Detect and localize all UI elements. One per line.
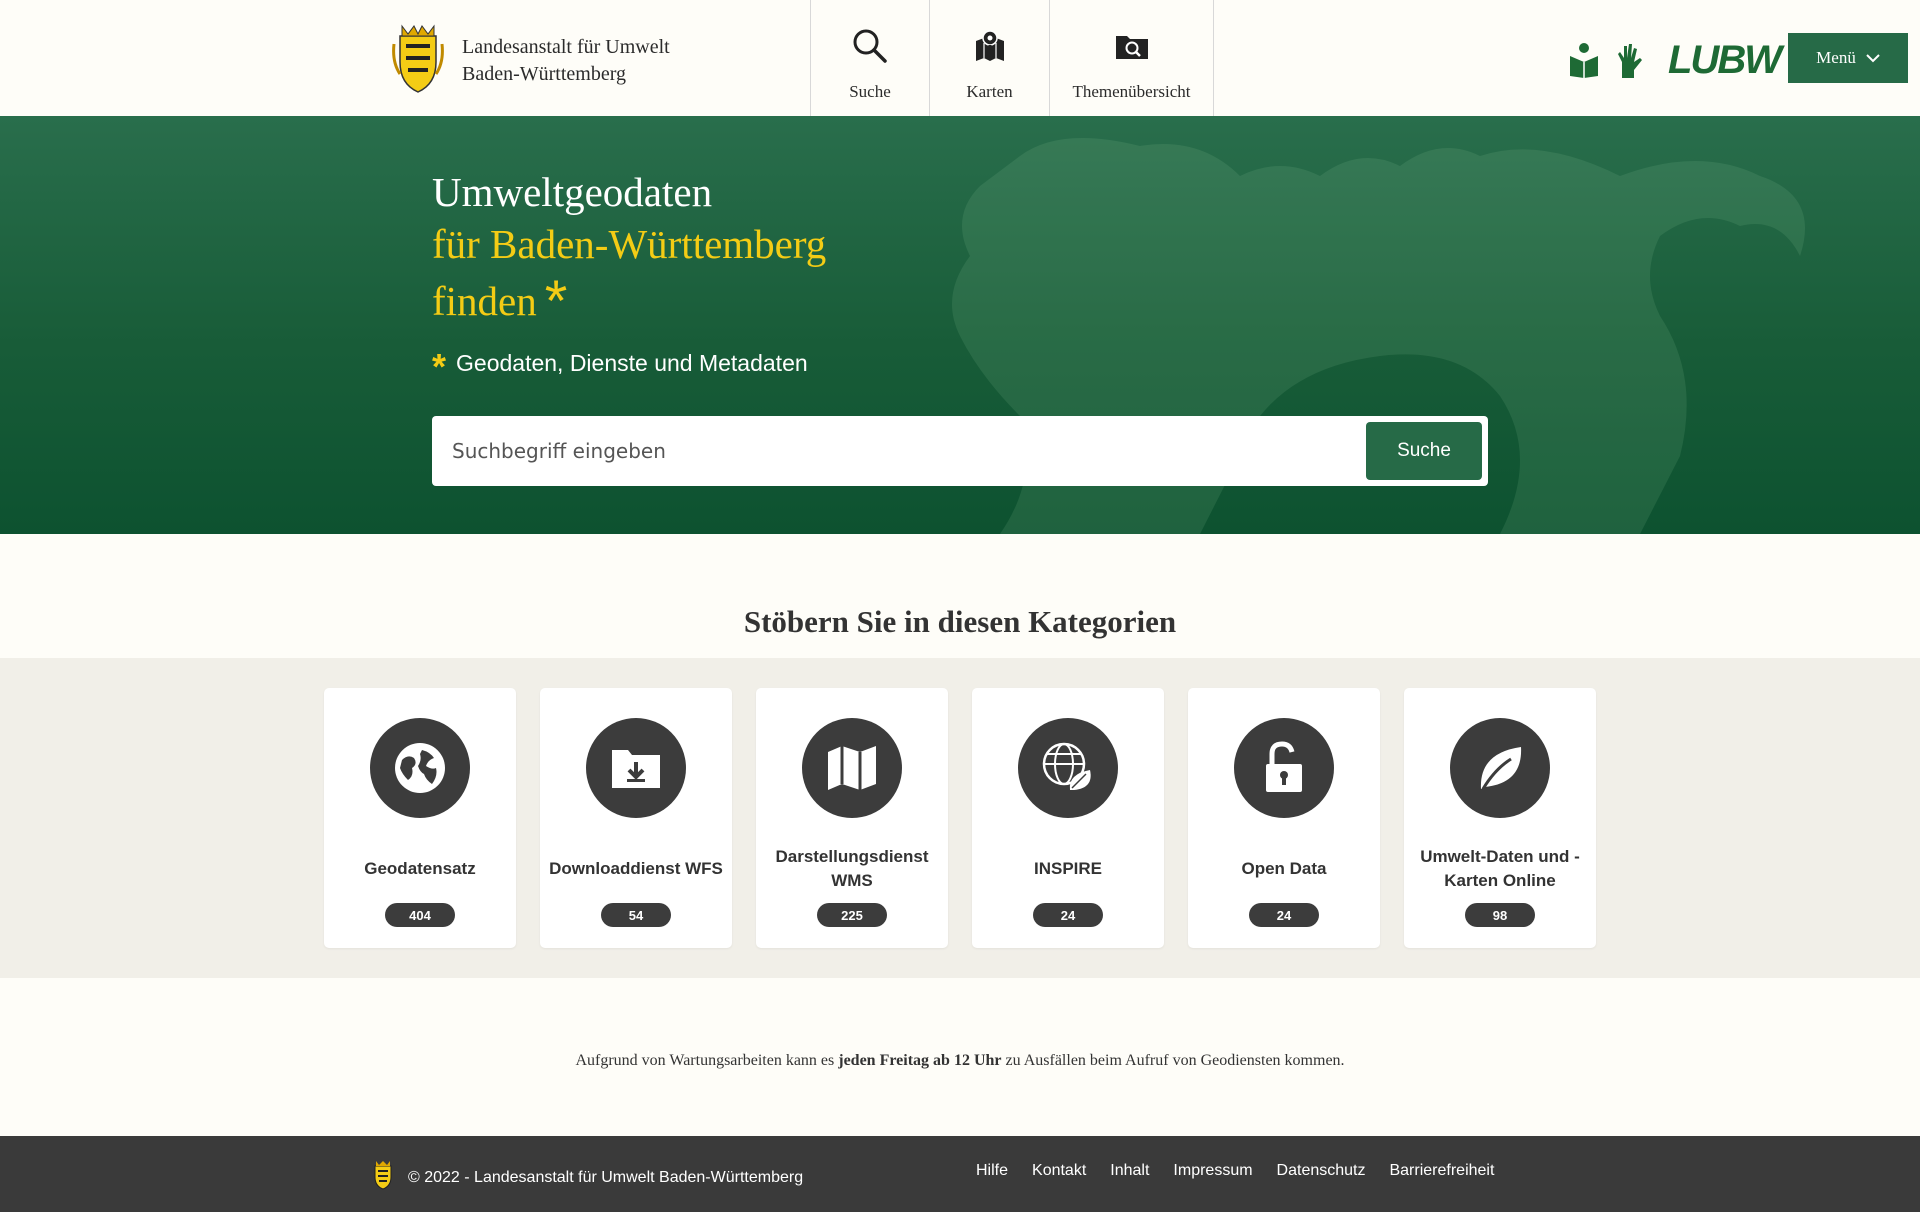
site-logo[interactable]: Landesanstalt für Umwelt Baden-Württembe…: [392, 22, 670, 99]
footer-link-inhalt[interactable]: Inhalt: [1110, 1162, 1149, 1180]
easy-language-icon[interactable]: [1568, 42, 1600, 83]
folder-search-icon: [1115, 28, 1149, 64]
site-footer: © 2022 - Landesanstalt für Umwelt Baden-…: [0, 1136, 1920, 1212]
hero-title-line1: Umweltgeodaten: [432, 169, 713, 215]
sign-language-icon[interactable]: [1614, 40, 1646, 85]
footer-link-datenschutz[interactable]: Datenschutz: [1277, 1162, 1366, 1180]
folder-download-icon: [586, 718, 686, 818]
footer-links: Hilfe Kontakt Inhalt Impressum Datenschu…: [976, 1162, 1518, 1180]
search-box: Suche: [432, 416, 1488, 486]
nav-themenuebersicht[interactable]: Themenübersicht: [1049, 0, 1214, 116]
copyright-text: © 2022 - Landesanstalt für Umwelt Baden-…: [408, 1168, 804, 1186]
hero-title-line3: finden: [432, 278, 537, 324]
search-input[interactable]: [452, 426, 1272, 476]
category-label: Downloaddienst WFS: [549, 859, 723, 878]
nav-karten[interactable]: Karten: [929, 0, 1049, 116]
footer-link-hilfe[interactable]: Hilfe: [976, 1162, 1008, 1180]
count-badge: 404: [385, 903, 455, 927]
org-name-line2: Baden-Württemberg: [462, 62, 627, 85]
hero-title: Umweltgeodaten für Baden-Württemberg fin…: [432, 166, 827, 331]
count-badge: 24: [1249, 903, 1319, 927]
footer-link-barrierefreiheit[interactable]: Barrierefreiheit: [1389, 1162, 1494, 1180]
coat-of-arms-icon: [372, 1160, 394, 1195]
org-name: Landesanstalt für Umwelt Baden-Württembe…: [462, 34, 670, 88]
lubw-logo[interactable]: LUBW: [1668, 38, 1782, 83]
categories-heading: Stöbern Sie in diesen Kategorien: [743, 604, 1177, 639]
category-label: INSPIRE: [1033, 859, 1103, 878]
category-label: Open Data: [1241, 859, 1327, 878]
coat-of-arms-icon: [392, 22, 444, 99]
category-card-darstellungsdienst-wms[interactable]: Darstellungsdienst WMS 225: [756, 688, 948, 948]
hero-subtitle-text: Geodaten, Dienste und Metadaten: [456, 349, 808, 376]
menu-button[interactable]: Menü: [1788, 33, 1908, 83]
globe-icon: [370, 718, 470, 818]
search-icon: [852, 28, 888, 64]
site-header: Landesanstalt für Umwelt Baden-Württembe…: [0, 0, 1920, 116]
notice-text-before: Aufgrund von Wartungsarbeiten kann es: [575, 1052, 839, 1069]
maintenance-notice: Aufgrund von Wartungsarbeiten kann es je…: [0, 1052, 1920, 1070]
count-badge: 98: [1465, 903, 1535, 927]
category-card-geodatensatz[interactable]: Geodatensatz 404: [324, 688, 516, 948]
nav-karten-label: Karten: [966, 82, 1013, 101]
category-card-open-data[interactable]: Open Data 24: [1188, 688, 1380, 948]
category-label: Geodatensatz: [364, 859, 476, 878]
category-card-inspire[interactable]: INSPIRE 24: [972, 688, 1164, 948]
footer-link-kontakt[interactable]: Kontakt: [1032, 1162, 1086, 1180]
category-label: Umwelt-Daten und -Karten Online: [1420, 847, 1580, 890]
chevron-down-icon: [1866, 48, 1880, 68]
notice-text-after: zu Ausfällen beim Aufruf von Geodiensten…: [1001, 1052, 1345, 1069]
search-button[interactable]: Suche: [1366, 422, 1482, 480]
hero-asterisk: *: [544, 269, 568, 334]
globe-leaf-icon: [1018, 718, 1118, 818]
nav-themenuebersicht-label: Themenübersicht: [1072, 82, 1191, 101]
hero-subtitle: * Geodaten, Dienste und Metadaten: [432, 342, 808, 387]
count-badge: 225: [817, 903, 887, 927]
subtitle-asterisk: *: [432, 346, 447, 387]
nav-suche[interactable]: Suche: [810, 0, 929, 116]
org-name-line1: Landesanstalt für Umwelt: [462, 35, 670, 58]
leaf-icon: [1450, 718, 1550, 818]
footer-link-impressum[interactable]: Impressum: [1173, 1162, 1252, 1180]
map-icon: [802, 718, 902, 818]
categories-band: [0, 658, 1920, 978]
unlock-icon: [1234, 718, 1334, 818]
notice-text-bold: jeden Freitag ab 12 Uhr: [838, 1052, 1002, 1069]
map-icon: [974, 28, 1006, 64]
category-card-umwelt-daten-karten-online[interactable]: Umwelt-Daten und -Karten Online 98: [1404, 688, 1596, 948]
count-badge: 54: [601, 903, 671, 927]
hero-title-line2: für Baden-Württemberg: [432, 221, 827, 267]
footer-copyright-block: © 2022 - Landesanstalt für Umwelt Baden-…: [372, 1160, 803, 1195]
category-label: Darstellungsdienst WMS: [775, 847, 929, 890]
nav-suche-label: Suche: [849, 82, 891, 101]
hero-banner: Umweltgeodaten für Baden-Württemberg fin…: [0, 116, 1920, 534]
hero-title-line3-wrap: finden *: [432, 270, 826, 331]
count-badge: 24: [1033, 903, 1103, 927]
menu-button-label: Menü: [1816, 48, 1856, 67]
category-card-downloaddienst-wfs[interactable]: Downloaddienst WFS 54: [540, 688, 732, 948]
